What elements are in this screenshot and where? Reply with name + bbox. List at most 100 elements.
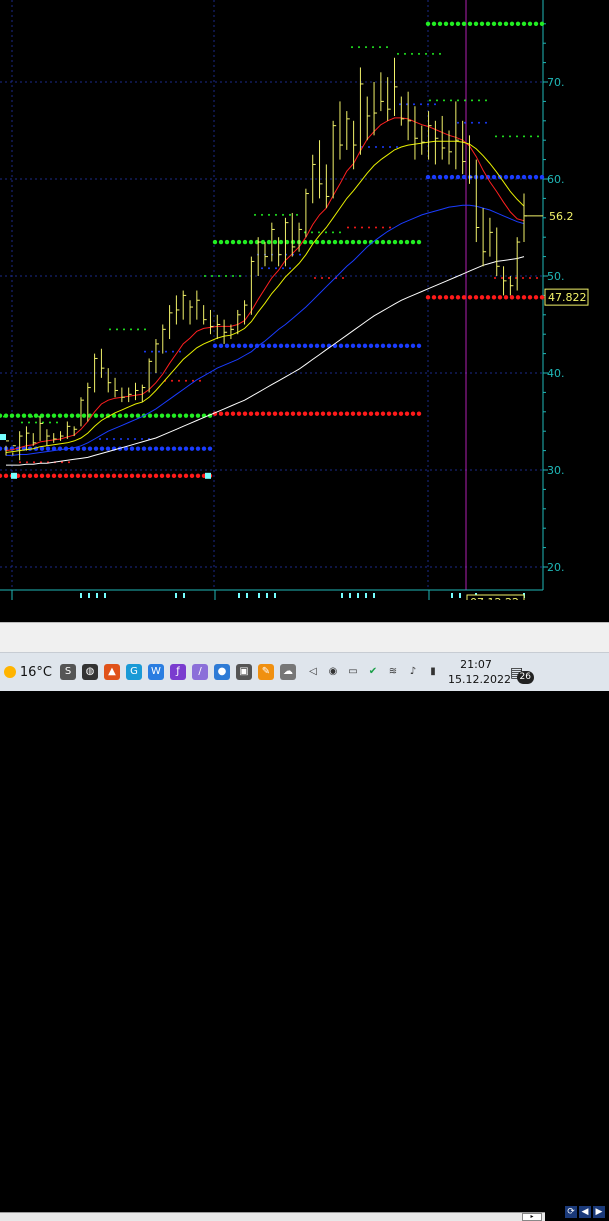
cloud-error-icon[interactable]: ☁ — [280, 664, 296, 680]
level-dot — [272, 239, 278, 245]
level-dot — [177, 446, 183, 451]
level-dot — [358, 46, 360, 49]
x-minor-marker — [96, 593, 98, 598]
level-dot — [537, 135, 539, 138]
level-dot — [177, 473, 183, 479]
level-dot — [185, 379, 187, 382]
level-dot — [68, 461, 70, 464]
level-dot — [350, 343, 356, 349]
skype-icon[interactable]: S — [60, 664, 76, 680]
level-dot — [144, 328, 146, 331]
level-line — [0, 473, 213, 479]
price-bar — [264, 242, 268, 267]
level-dot — [159, 473, 165, 479]
wifi-icon[interactable]: ≋ — [386, 665, 400, 679]
price-bar — [46, 429, 50, 446]
level-dot — [230, 343, 236, 349]
level-dot — [224, 411, 230, 416]
g-app-icon[interactable]: G — [126, 664, 142, 680]
level-dot — [386, 343, 392, 349]
keyboard-icon[interactable]: ▭ — [346, 665, 360, 679]
scrollbar-thumb[interactable]: ▸ — [522, 1213, 542, 1221]
level-dot — [533, 21, 539, 26]
level-dot — [212, 343, 218, 349]
level-dot — [350, 239, 356, 245]
level-dot — [248, 411, 254, 416]
level-dot — [429, 99, 431, 102]
level-line — [212, 411, 422, 416]
level-dot — [137, 328, 139, 331]
price-bar — [19, 431, 23, 461]
disc-icon[interactable]: ◉ — [326, 665, 340, 679]
price-bar — [325, 164, 330, 209]
level-dot — [398, 239, 404, 245]
refresh-icon[interactable]: ⟳ — [565, 1206, 577, 1218]
flame-app-icon[interactable]: ▲ — [104, 664, 120, 680]
level-dot — [404, 52, 406, 55]
level-dot — [455, 174, 461, 180]
scroll-right-icon[interactable]: ▶ — [593, 1206, 605, 1218]
price-bar — [298, 222, 303, 252]
level-dot — [26, 461, 28, 464]
speaker-alert-icon[interactable]: ◁ — [306, 665, 320, 679]
level-dot — [491, 174, 497, 180]
x-minor-marker — [88, 593, 90, 598]
clock-date: 15.12.2022 — [448, 673, 511, 686]
price-bar — [339, 101, 343, 160]
pen-app-icon[interactable]: ƒ — [170, 664, 186, 680]
battery-icon[interactable]: ▮ — [426, 665, 440, 679]
x-minor-marker — [349, 593, 351, 598]
level-dot — [278, 239, 284, 245]
zoom-icon[interactable]: ● — [214, 664, 230, 680]
level-dot — [183, 446, 189, 451]
w-app-icon[interactable]: W — [148, 664, 164, 680]
level-dot — [278, 343, 284, 349]
horizontal-scrollbar[interactable]: ▸ — [0, 1212, 545, 1221]
level-dot — [123, 413, 129, 418]
level-dot — [380, 411, 386, 416]
level-dot — [362, 239, 368, 245]
level-dot — [437, 295, 443, 300]
x-minor-marker — [80, 593, 82, 598]
level-dot — [242, 411, 248, 416]
y-tick-label: 60. — [547, 173, 565, 186]
chart-canvas[interactable]: 70.60.50.40.30.20.56.247.82210.2211.2212… — [0, 0, 609, 600]
weather-widget[interactable]: 16°C — [4, 665, 52, 680]
price-bar — [482, 208, 487, 267]
level-dot — [117, 473, 123, 479]
quill-icon[interactable]: / — [192, 664, 208, 680]
level-dot — [218, 411, 224, 416]
price-bar — [455, 101, 459, 170]
level-dot — [516, 135, 518, 138]
scroll-left-icon[interactable]: ◀ — [579, 1206, 591, 1218]
level-dot — [495, 135, 497, 138]
level-dot — [296, 411, 302, 416]
level-dot — [236, 239, 242, 245]
level-dot — [503, 174, 509, 180]
level-dot — [141, 473, 147, 479]
price-chart[interactable]: 70.60.50.40.30.20.56.247.82210.2211.2212… — [0, 0, 609, 600]
level-line — [425, 295, 545, 300]
volume-icon[interactable]: ♪ — [406, 665, 420, 679]
level-dot — [99, 473, 105, 479]
tool-app-icon[interactable]: ✎ — [258, 664, 274, 680]
price-marker-label: 56.2 — [549, 210, 574, 223]
notification-center[interactable]: ▤ 26 — [510, 662, 534, 684]
level-line — [361, 145, 398, 148]
shield-icon[interactable]: ✔ — [366, 665, 380, 679]
level-dot — [449, 21, 455, 26]
level-dot — [275, 213, 277, 216]
level-dot — [318, 231, 320, 234]
y-tick-label: 20. — [547, 561, 565, 574]
level-dot — [527, 174, 533, 180]
chart-nav-controls: ⟳ ◀ ▶ — [565, 1203, 609, 1221]
price-bar — [135, 382, 139, 401]
level-dot — [106, 437, 108, 440]
level-dot — [290, 343, 296, 349]
level-dot — [380, 343, 386, 349]
globe-icon[interactable]: ◍ — [82, 664, 98, 680]
level-dot — [10, 415, 12, 418]
clock[interactable]: 21:07 15.12.2022 — [448, 657, 511, 687]
clipboard-icon[interactable]: ▣ — [236, 664, 252, 680]
level-dot — [457, 99, 459, 102]
